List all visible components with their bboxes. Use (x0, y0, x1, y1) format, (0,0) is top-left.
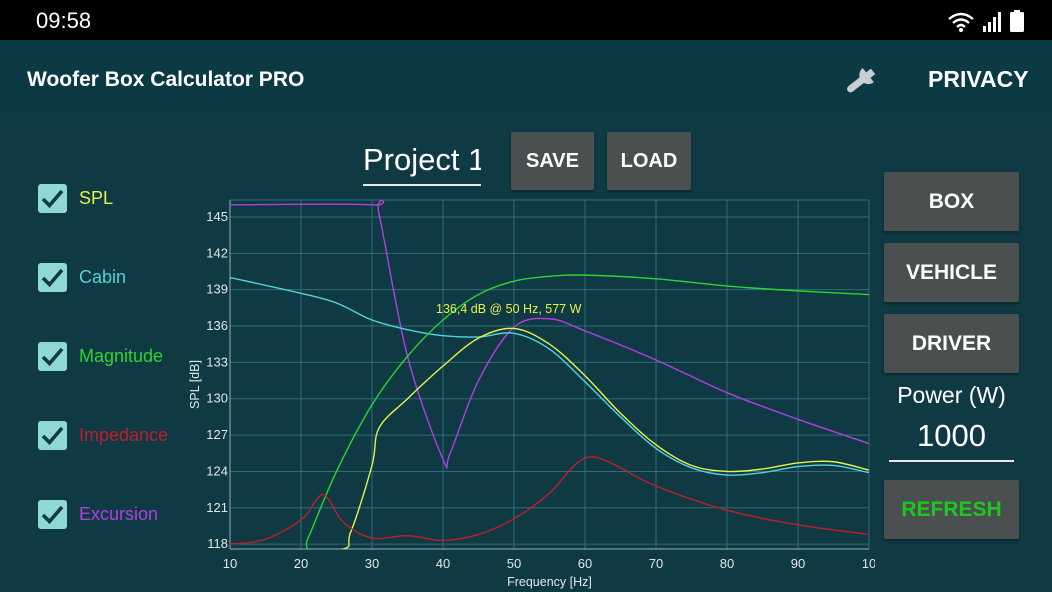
project-name-input[interactable]: Project 1 (363, 142, 481, 186)
checkbox-label-magnitude: Magnitude (79, 345, 164, 366)
driver-button[interactable]: DRIVER (884, 314, 1019, 373)
series-line-impedance (230, 456, 869, 545)
x-tick-label: 40 (436, 556, 450, 571)
y-tick-label: 139 (206, 282, 228, 297)
y-tick-label: 121 (206, 500, 228, 515)
y-tick-label: 124 (206, 463, 228, 478)
power-label: Power (W) (897, 382, 1006, 408)
y-tick-label: 133 (206, 354, 228, 369)
vehicle-button[interactable]: VEHICLE (884, 243, 1019, 302)
checkbox-checked-icon (38, 341, 67, 371)
checkbox-label-impedance: Impedance (79, 424, 169, 445)
series-line-spl (339, 327, 869, 549)
checkbox-impedance[interactable]: Impedance (38, 420, 168, 450)
checkbox-label-excursion: Excursion (79, 503, 159, 524)
checkbox-checked-icon (38, 499, 67, 529)
checkbox-label-spl: SPL (79, 187, 114, 208)
wrench-icon[interactable] (838, 60, 886, 100)
x-axis-title: Frequency [Hz] (507, 575, 592, 589)
y-tick-label: 118 (207, 536, 228, 551)
wifi-icon (948, 12, 974, 32)
y-axis-title: SPL [dB] (188, 360, 202, 409)
y-tick-label: 142 (206, 245, 228, 260)
x-tick-label: 10 (223, 556, 237, 571)
x-tick-label: 90 (791, 556, 805, 571)
x-tick-label: 60 (578, 556, 592, 571)
checkbox-checked-icon (38, 262, 67, 292)
signal-icon (983, 12, 1001, 32)
frequency-response-chart[interactable]: 118 121 124 127 130 133 136 139 142 145 10 20 30 40 50… (185, 195, 875, 590)
box-button[interactable]: BOX (884, 172, 1019, 231)
y-tick-label: 145 (206, 209, 228, 224)
checkbox-checked-icon (38, 183, 67, 213)
x-tick-label: 10 (862, 556, 875, 571)
y-tick-label: 130 (206, 391, 228, 406)
x-tick-label: 80 (720, 556, 734, 571)
y-tick-label: 127 (206, 427, 228, 442)
refresh-button[interactable]: REFRESH (884, 480, 1019, 539)
peak-annotation: 136,4 dB @ 50 Hz, 577 W (436, 302, 582, 316)
status-icons (948, 8, 1024, 32)
series-line-magnitude (304, 274, 869, 549)
checkbox-magnitude[interactable]: Magnitude (38, 341, 163, 371)
checkbox-checked-icon (38, 420, 67, 450)
y-tick-label: 136 (206, 318, 228, 333)
power-input[interactable]: 1000 (889, 418, 1014, 462)
x-tick-label: 20 (294, 556, 308, 571)
checkbox-spl[interactable]: SPL (38, 183, 113, 213)
series-line-excursion (230, 199, 869, 469)
load-button[interactable]: LOAD (607, 132, 691, 190)
x-tick-label: 30 (365, 556, 379, 571)
battery-icon (1010, 10, 1024, 32)
checkbox-label-cabin: Cabin (79, 266, 127, 287)
checkbox-cabin[interactable]: Cabin (38, 262, 126, 292)
app-bar: Woofer Box Calculator PRO (0, 40, 1052, 118)
privacy-button[interactable]: PRIVACY (928, 66, 1029, 93)
x-tick-label: 50 (507, 556, 521, 571)
status-time: 09:58 (36, 8, 92, 33)
status-bar: 09:58 (0, 0, 1052, 40)
save-button[interactable]: SAVE (511, 132, 594, 190)
app-title: Woofer Box Calculator PRO (27, 68, 305, 91)
checkbox-excursion[interactable]: Excursion (38, 499, 158, 529)
x-tick-label: 70 (649, 556, 663, 571)
